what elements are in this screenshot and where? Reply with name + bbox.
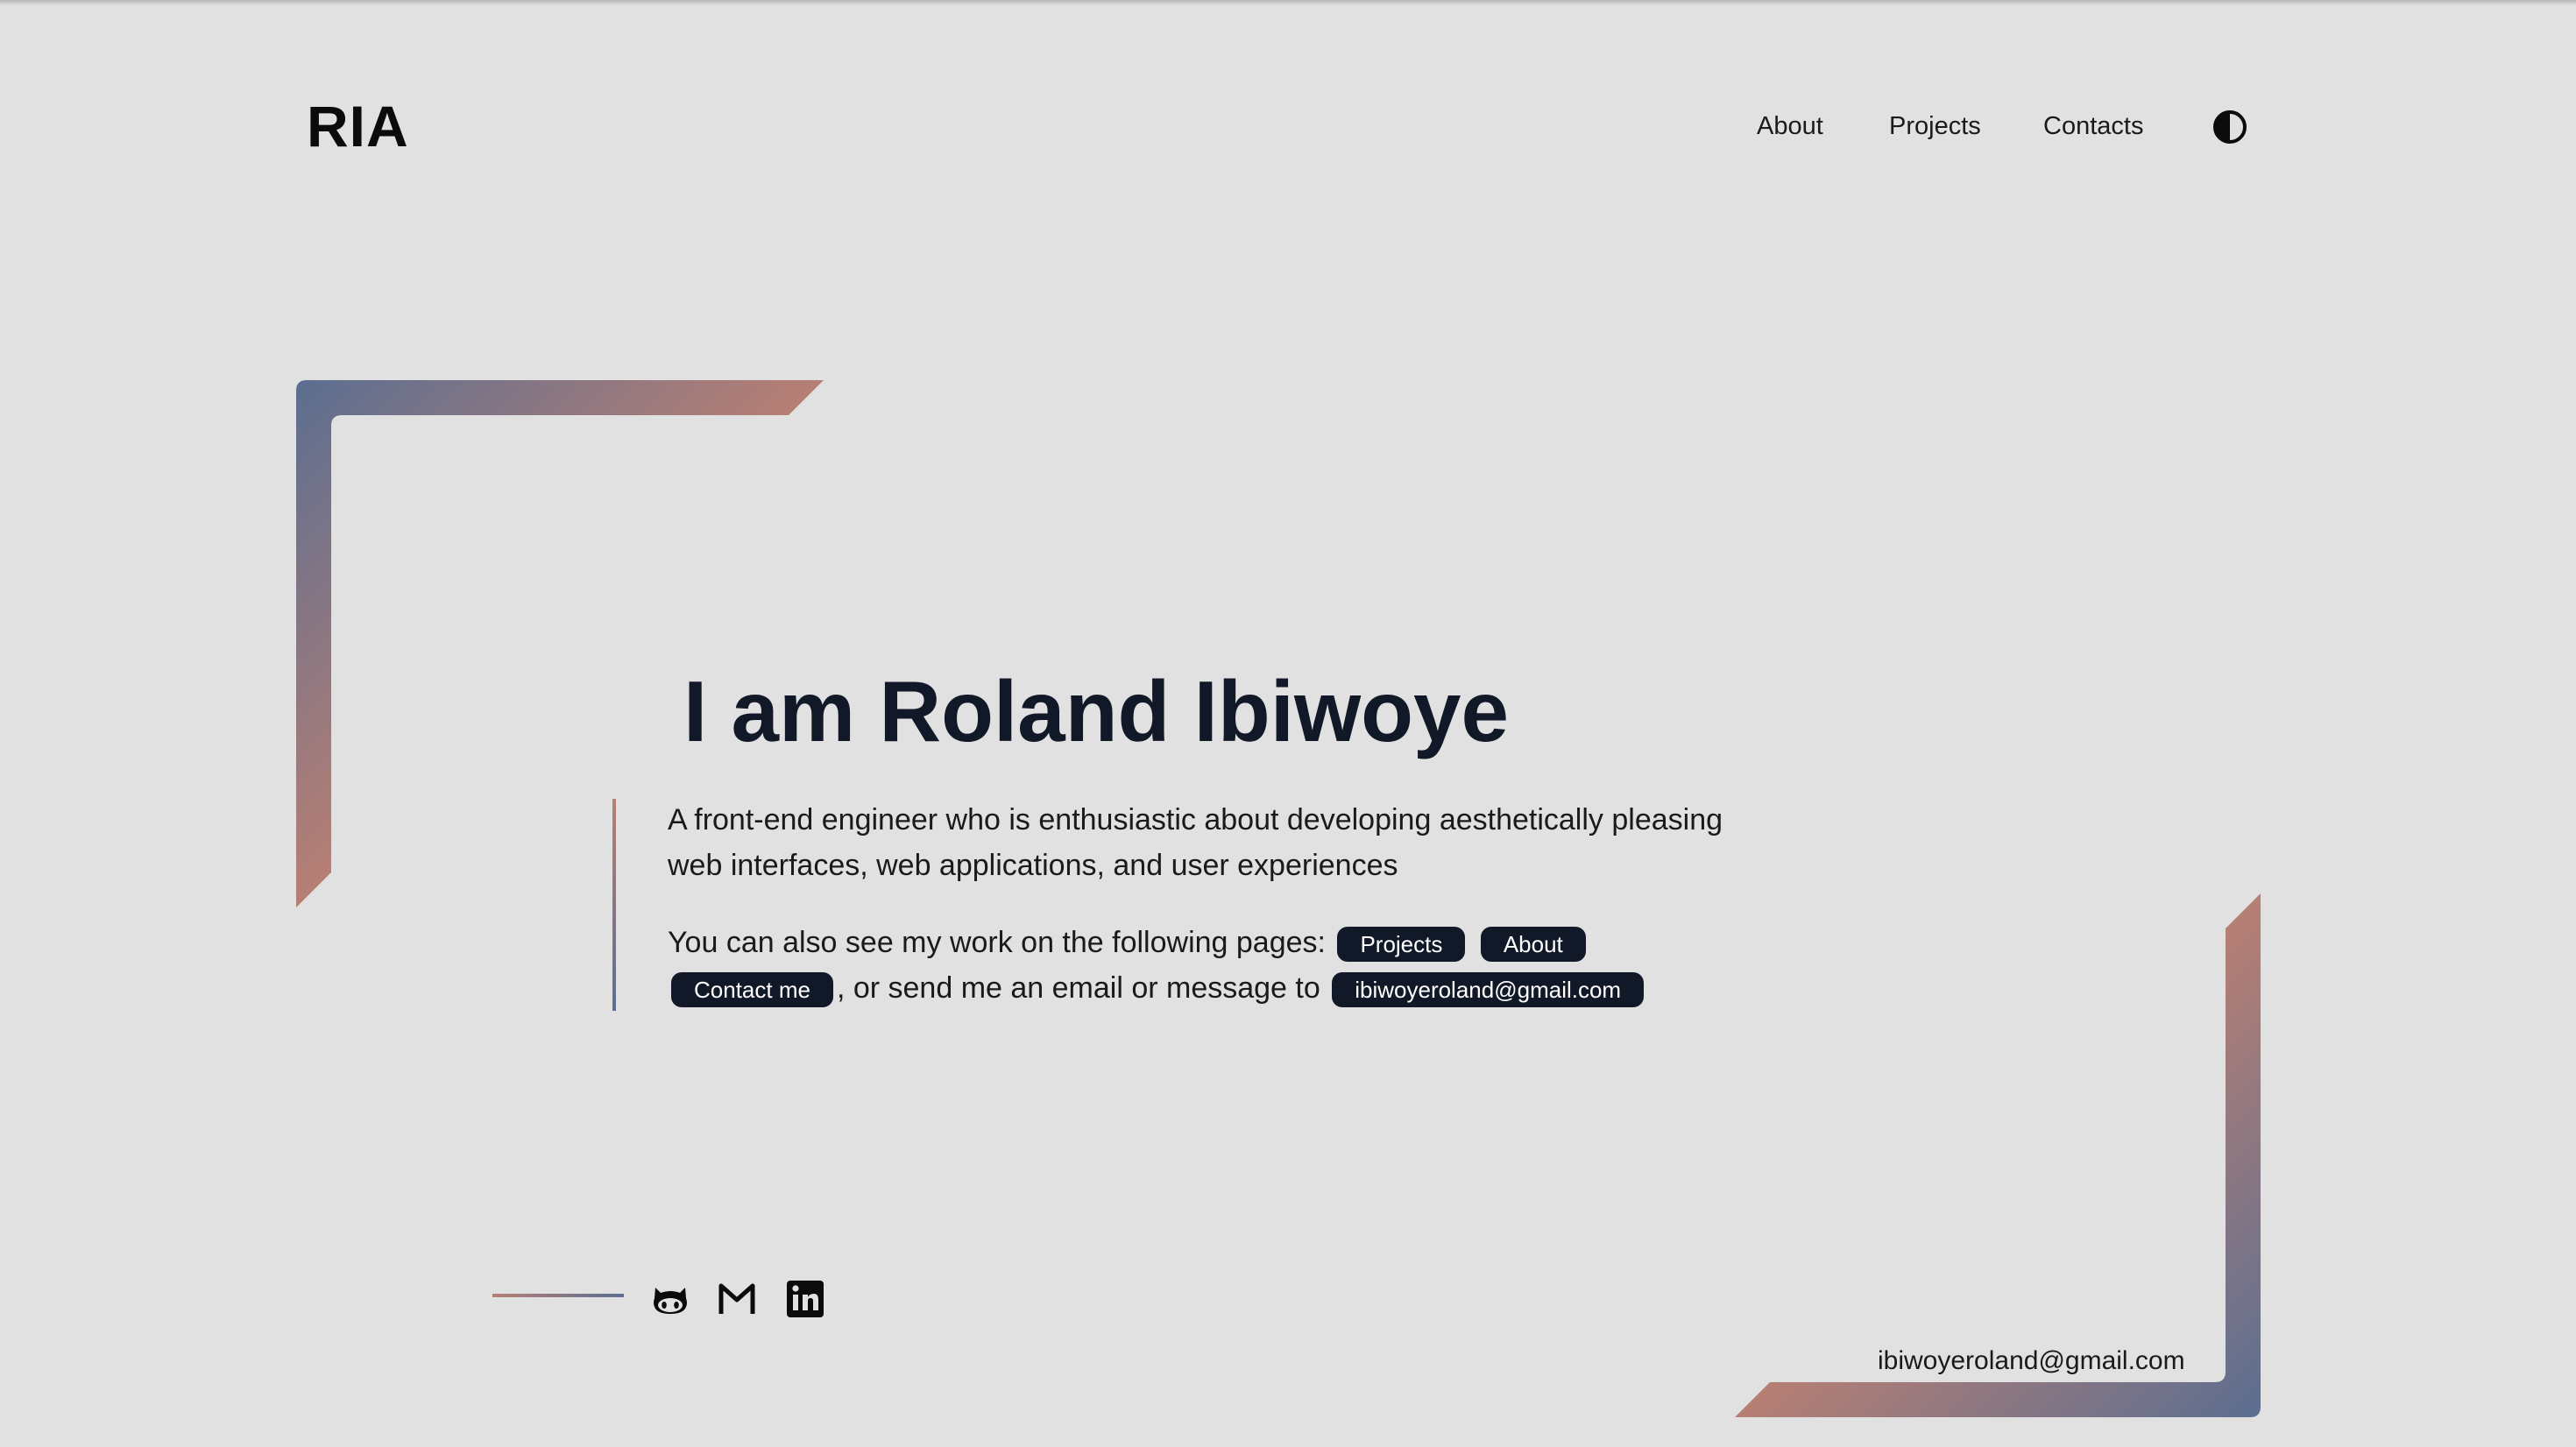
theme-toggle-button[interactable]	[2212, 109, 2248, 145]
nav-contacts[interactable]: Contacts	[2043, 107, 2143, 145]
nav-projects[interactable]: Projects	[1889, 107, 1981, 145]
hero-accent-bar	[612, 799, 616, 1011]
gmail-link[interactable]	[717, 1279, 757, 1319]
gmail-icon	[718, 1283, 755, 1314]
github-link[interactable]	[650, 1279, 690, 1319]
top-shadow	[0, 0, 2576, 5]
hero-links-paragraph: You can also see my work on the followin…	[668, 920, 1737, 1011]
footer-email-link[interactable]: ibiwoyeroland@gmail.com	[1878, 1344, 2185, 1379]
hero-title: I am Roland Ibiwoye	[683, 663, 1510, 759]
bottom-right-frame-decoration	[1735, 893, 2261, 1417]
hero-description: A front-end engineer who is enthusiastic…	[668, 797, 1737, 1011]
hero-intro: A front-end engineer who is enthusiastic…	[668, 803, 1723, 882]
contrast-icon	[2213, 110, 2247, 144]
github-icon	[654, 1288, 687, 1314]
contact-me-pill-link[interactable]: Contact me	[671, 972, 833, 1008]
email-text: , or send me an email or message to	[836, 971, 1320, 1005]
linkedin-icon	[787, 1281, 824, 1317]
pages-text: You can also see my work on the followin…	[668, 926, 1326, 959]
site-logo[interactable]: RIA	[307, 91, 409, 161]
social-divider-line	[492, 1294, 624, 1297]
email-pill-link[interactable]: ibiwoyeroland@gmail.com	[1332, 972, 1645, 1008]
linkedin-link[interactable]	[785, 1279, 825, 1319]
about-pill-link[interactable]: About	[1480, 927, 1586, 963]
projects-pill-link[interactable]: Projects	[1337, 927, 1466, 963]
nav-about[interactable]: About	[1757, 107, 1823, 145]
